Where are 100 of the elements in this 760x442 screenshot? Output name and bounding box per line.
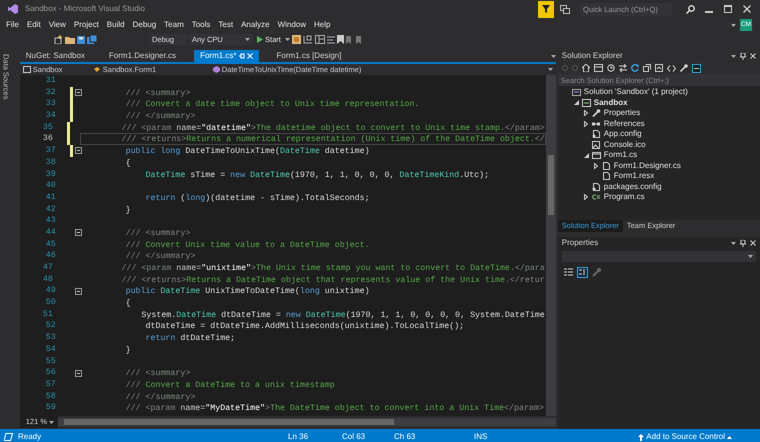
code-icon[interactable] [666,64,676,72]
collapse-icon[interactable] [75,370,82,377]
collapsed-arrow-icon[interactable] [584,110,588,116]
document-tab[interactable]: Form1.cs [Design] [270,50,348,62]
close-icon [246,53,253,59]
wrench-icon[interactable] [680,64,688,72]
code-line: dtDateTime = dtDateTime.AddMilliseconds(unixtime).ToLocalTime(); [144,321,466,332]
tree-item[interactable]: Form1.Designer.cs [558,160,760,171]
step-icon[interactable] [302,35,313,44]
tree-item[interactable]: Form1.resx [558,171,760,182]
alphabetical-icon[interactable] [576,267,588,278]
code-line: } [124,344,132,356]
pin-icon [238,53,245,59]
close-icon[interactable] [743,5,751,13]
horizontal-scrollbar[interactable] [58,418,556,426]
refresh-icon[interactable] [630,64,639,72]
pin-icon[interactable] [740,52,746,60]
line-number: 54 [44,344,56,356]
filter-button[interactable] [538,0,554,18]
config-file-icon [592,182,601,191]
collapsed-arrow-icon[interactable] [584,120,588,127]
collapse-all-icon[interactable] [642,64,651,72]
menu-item[interactable]: Debug [128,18,160,32]
line-number: 53 [44,332,56,344]
caret-icon[interactable] [731,54,736,58]
source-control-button[interactable]: Add to Source Control [632,428,738,442]
insert-mode-indicator: INS [474,431,488,442]
document-tab[interactable]: Form1.Designer.cs [102,50,182,62]
menu-item[interactable]: Edit [22,18,45,32]
menu-item[interactable]: Window [274,18,310,32]
line-number: 32 [44,86,56,98]
pin-icon[interactable] [740,240,746,246]
collapsed-arrow-icon[interactable] [584,194,588,200]
tree-item[interactable]: Form1.cs [558,150,760,160]
bookmark-icon[interactable] [336,35,344,44]
collapsed-arrow-icon[interactable] [594,162,598,169]
show-all-files-icon[interactable] [654,64,663,72]
maximize-icon[interactable] [724,5,732,13]
line-number: 55 [44,356,56,368]
document-tab[interactable]: Form1.cs* [194,50,259,62]
collapse-icon[interactable] [75,147,82,154]
line-number: 38 [44,156,56,168]
notifications-icon[interactable] [560,4,570,14]
menu-item[interactable]: Project [70,18,103,32]
code-line: /// <param name="MyDateTime">The DateTime object to convert into a Unix Time</param> [124,403,545,414]
tree-item[interactable]: packages.config [558,182,760,192]
menu-item[interactable]: Help [310,18,334,32]
menu-item[interactable]: View [44,18,70,32]
search-icon[interactable] [686,4,695,14]
menu-item[interactable]: Analyze [237,18,274,32]
caret-icon[interactable] [731,24,736,26]
tree-item[interactable]: Properties [558,108,760,118]
new-project-icon[interactable] [54,35,63,44]
history-icon[interactable] [606,64,615,72]
home-icon[interactable] [582,64,590,72]
vertical-scrollbar[interactable] [546,75,556,416]
up-arrow-icon [638,434,644,440]
categorized-icon[interactable] [564,268,573,277]
menu-item[interactable]: Build [102,18,129,32]
bookmark-next-icon[interactable] [356,36,364,44]
caret-icon[interactable] [731,242,736,244]
preview-icon[interactable] [692,64,701,72]
code-line: /// <summary> [124,88,192,98]
csharp-project-icon [582,98,591,107]
layout-icon[interactable] [314,35,325,44]
line-number: 51 [42,308,53,320]
caret-icon[interactable] [550,54,556,58]
menu-item[interactable]: Test [214,18,238,32]
tree-item[interactable]: App.config [558,129,760,140]
save-all-icon[interactable] [87,35,97,44]
save-icon[interactable] [77,36,85,44]
tree-item[interactable]: Sandbox [558,98,760,108]
menu-item[interactable]: Team [160,18,188,32]
close-icon[interactable] [750,240,756,246]
switch-views-icon[interactable] [594,64,603,72]
line-number: 47 [42,262,53,274]
line-number: 31 [44,75,56,87]
ready-icon [4,433,13,441]
align-icon[interactable] [326,36,335,44]
collapse-icon[interactable] [75,89,82,96]
collapse-icon[interactable] [75,288,82,295]
caret-icon[interactable] [548,68,553,71]
caret-icon[interactable] [284,38,290,41]
tree-item[interactable]: Solution 'Sandbox' (1 project) [558,87,760,98]
code-line: public long DateTimeToUnixTime(DateTime datetime) [124,146,371,157]
line-number: 46 [44,250,56,262]
expanded-arrow-icon[interactable] [574,100,579,106]
expanded-arrow-icon[interactable] [584,152,589,158]
sync-icon[interactable] [618,64,627,72]
document-tab[interactable]: NuGet: Sandbox [20,50,91,62]
menu-item[interactable]: Tools [188,18,214,32]
folder-icon[interactable] [65,36,75,44]
close-icon[interactable] [750,53,756,59]
collapse-icon[interactable] [75,229,82,236]
tree-item[interactable]: Console.ico [558,140,760,150]
tree-item[interactable]: Program.cs [558,192,760,202]
code-line: /// </summary> [124,251,196,262]
browser-icon[interactable] [292,35,301,44]
tree-item[interactable]: References [558,118,760,129]
menu-item[interactable]: File [2,18,23,32]
